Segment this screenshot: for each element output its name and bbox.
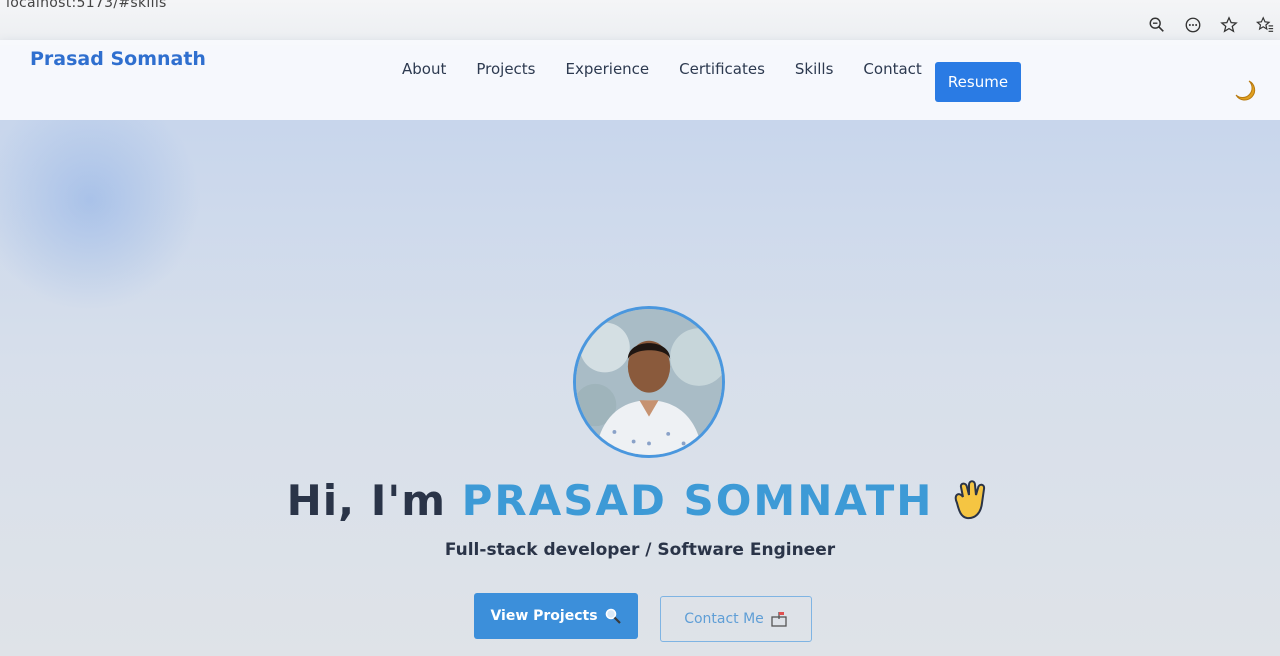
nav-link-projects[interactable]: Projects: [476, 60, 535, 78]
nav-link-experience[interactable]: Experience: [566, 60, 650, 78]
resume-button[interactable]: Resume: [935, 62, 1021, 102]
nav-link-certificates[interactable]: Certificates: [679, 60, 765, 78]
hero-name: PRASAD SOMNATH: [461, 476, 934, 525]
browser-actions: [1146, 14, 1276, 36]
address-bar-url[interactable]: localhost:5173/#skills: [6, 0, 167, 11]
nav-link-skills[interactable]: Skills: [795, 60, 834, 78]
magnifier-icon: [604, 607, 622, 625]
zoom-out-icon[interactable]: [1146, 14, 1168, 36]
profile-avatar: [573, 306, 725, 458]
contact-me-label: Contact Me: [684, 611, 764, 627]
moon-icon[interactable]: [1232, 78, 1258, 104]
contact-me-button[interactable]: Contact Me: [660, 596, 812, 642]
nav-link-contact[interactable]: Contact: [863, 60, 921, 78]
more-icon[interactable]: [1182, 14, 1204, 36]
mailbox-icon: [770, 610, 788, 628]
view-projects-button[interactable]: View Projects: [474, 593, 638, 639]
nav-link-about[interactable]: About: [402, 60, 446, 78]
greeting-text: Hi, I'm: [286, 476, 446, 525]
favorites-icon[interactable]: [1254, 14, 1276, 36]
view-projects-label: View Projects: [490, 608, 598, 624]
hero-section: Hi, I'm PRASAD SOMNATH Full-stack develo…: [0, 120, 1280, 656]
bookmark-star-icon[interactable]: [1218, 14, 1240, 36]
waving-hand-icon: [947, 477, 993, 523]
site-navbar: Prasad Somnath About Projects Experience…: [0, 40, 1280, 120]
brand-logo[interactable]: Prasad Somnath: [30, 48, 206, 70]
hero-subtitle: Full-stack developer / Software Engineer: [444, 540, 836, 560]
nav-links: About Projects Experience Certificates S…: [402, 60, 922, 78]
hero-headline: Hi, I'm PRASAD SOMNATH: [0, 476, 1280, 525]
